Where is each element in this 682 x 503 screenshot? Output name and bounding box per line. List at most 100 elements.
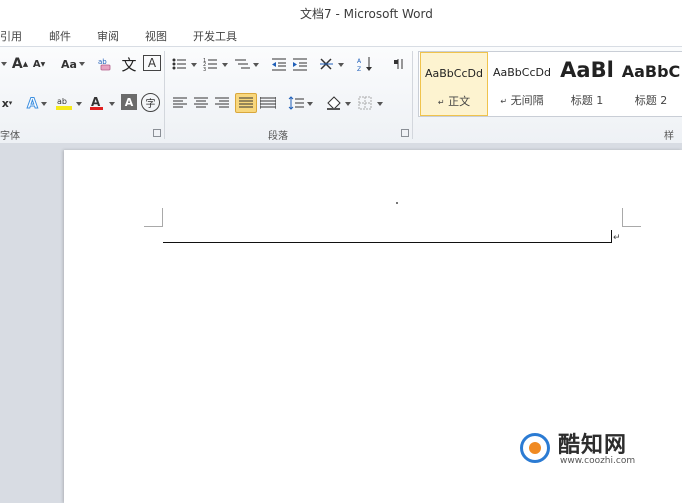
svg-text:3: 3	[203, 67, 206, 71]
shading-button[interactable]	[325, 94, 353, 112]
title-bar: 文档7 - Microsoft Word	[0, 0, 682, 24]
watermark-title: 酷知网	[558, 433, 628, 458]
paragraph-dialog-launcher[interactable]	[401, 129, 409, 137]
increase-indent-button[interactable]	[291, 55, 309, 73]
align-center-icon	[194, 97, 208, 108]
clear-format-x-button[interactable]: x ▾	[0, 94, 14, 112]
style-name-line: ↵ 正文	[437, 95, 471, 108]
enclose-characters-button[interactable]: 字	[141, 93, 160, 112]
group-separator	[412, 51, 413, 139]
line-spacing-button[interactable]	[287, 94, 315, 112]
bullets-button[interactable]	[172, 55, 200, 73]
tab-view[interactable]: 视图	[145, 28, 167, 44]
style-no-spacing[interactable]: AaBbCcDd ↵ 无间隔	[489, 52, 555, 114]
sort-icon: A Z	[357, 57, 372, 72]
ribbon: A ▲ A ▼ Aa ab 文 A x ▾ A ab A A 字 字体 1 2 …	[0, 46, 682, 157]
paint-bucket-icon	[327, 96, 351, 110]
style-sample: AaBl	[560, 58, 614, 82]
highlight-icon: ab	[56, 97, 82, 110]
style-sample: AaBbCcDd	[425, 67, 483, 80]
tab-developer[interactable]: 开发工具	[193, 28, 237, 44]
phonetic-guide-icon: 文	[121, 55, 137, 74]
font-color-icon: A	[90, 95, 115, 110]
text-cursor	[611, 230, 612, 243]
multilevel-list-button[interactable]	[234, 55, 262, 73]
svg-text:Z: Z	[357, 66, 361, 72]
style-name: 标题 2	[634, 94, 668, 107]
highlight-button[interactable]: ab	[53, 94, 83, 112]
style-name: 标题 1	[570, 94, 604, 107]
font-group-label: 字体	[0, 131, 20, 142]
font-color-button[interactable]: A	[87, 94, 117, 112]
watermark-url: www.coozhi.com	[560, 456, 636, 466]
group-separator	[164, 51, 165, 139]
borders-button[interactable]	[357, 94, 385, 112]
character-border-button[interactable]: A	[143, 55, 161, 71]
style-sample: AaBbC	[621, 62, 681, 81]
window-title: 文档7 - Microsoft Word	[300, 7, 433, 21]
justify-icon	[239, 97, 253, 108]
svg-text:A: A	[91, 95, 101, 109]
tab-mailings[interactable]: 邮件	[49, 28, 71, 44]
bullets-icon	[172, 58, 197, 70]
chinese-layout-icon	[320, 58, 344, 70]
paragraph-mark: ↵	[613, 233, 621, 243]
multilevel-list-icon	[235, 59, 259, 69]
show-formatting-marks-button[interactable]	[389, 55, 405, 73]
grow-font-button[interactable]: A ▲	[11, 55, 29, 73]
numbering-button[interactable]: 1 2 3	[203, 55, 231, 73]
style-name: 无间隔	[510, 94, 544, 107]
borders-icon	[358, 96, 383, 110]
margin-dot	[396, 202, 398, 204]
decrease-indent-button[interactable]	[270, 55, 288, 73]
tab-review[interactable]: 审阅	[97, 28, 119, 44]
site-watermark: 酷知网 www.coozhi.com	[520, 425, 670, 475]
ribbon-tabs: 引用 邮件 审阅 视图 开发工具	[0, 24, 682, 46]
shrink-font-icon: A	[32, 58, 41, 70]
distributed-icon	[260, 97, 276, 109]
paragraph-mark-icon	[394, 59, 403, 69]
font-dialog-launcher[interactable]	[153, 129, 161, 137]
phonetic-guide-button[interactable]: 文	[119, 55, 139, 74]
tab-references[interactable]: 引用	[0, 28, 22, 44]
font-size-dropdown-icon[interactable]	[0, 55, 8, 73]
enclose-characters-icon: 字	[145, 99, 156, 110]
style-name-line: ↵ 无间隔	[500, 94, 544, 107]
clear-formatting-icon: ab	[98, 58, 111, 71]
margin-corner-mark	[622, 208, 641, 227]
increase-indent-icon	[293, 58, 307, 71]
styles-gallery: AaBbCcDd ↵ 正文 AaBbCcDd ↵ 无间隔 AaBl 标题 1 A…	[418, 51, 682, 117]
distributed-button[interactable]	[259, 94, 277, 112]
character-shading-button[interactable]: A	[121, 94, 137, 110]
grow-font-icon: A	[11, 56, 23, 72]
align-right-button[interactable]	[214, 94, 230, 112]
style-heading-2[interactable]: AaBbC 标题 2	[619, 52, 682, 114]
chinese-layout-button[interactable]	[318, 55, 348, 73]
character-shading-icon: A	[124, 95, 134, 109]
align-right-icon	[215, 97, 229, 108]
numbering-icon: 1 2 3	[203, 58, 228, 71]
align-left-icon	[173, 97, 187, 108]
shrink-font-button[interactable]: A ▼	[31, 55, 47, 73]
style-sample: AaBbCcDd	[493, 66, 551, 79]
sort-button[interactable]: A Z	[356, 55, 376, 73]
coozhi-logo-icon	[520, 433, 550, 463]
style-name: 正文	[448, 95, 471, 108]
text-effects-button[interactable]: A	[24, 94, 48, 112]
style-normal[interactable]: AaBbCcDd ↵ 正文	[420, 52, 488, 116]
paragraph-group-label: 段落	[268, 131, 288, 142]
decrease-indent-icon	[272, 58, 286, 71]
style-heading-1[interactable]: AaBl 标题 1	[557, 52, 617, 114]
clear-formatting-button[interactable]: ab	[96, 55, 114, 73]
margin-corner-mark	[144, 208, 163, 227]
text-effects-icon: A	[27, 96, 47, 111]
align-center-button[interactable]	[193, 94, 209, 112]
change-case-button[interactable]: Aa	[58, 55, 88, 73]
justify-button[interactable]	[235, 93, 257, 113]
svg-text:A: A	[357, 58, 362, 65]
clear-format-x-icon: x	[1, 96, 9, 110]
svg-text:A: A	[27, 96, 38, 111]
character-border-icon: A	[147, 56, 157, 70]
align-left-button[interactable]	[172, 94, 188, 112]
line-spacing-icon	[288, 96, 313, 110]
